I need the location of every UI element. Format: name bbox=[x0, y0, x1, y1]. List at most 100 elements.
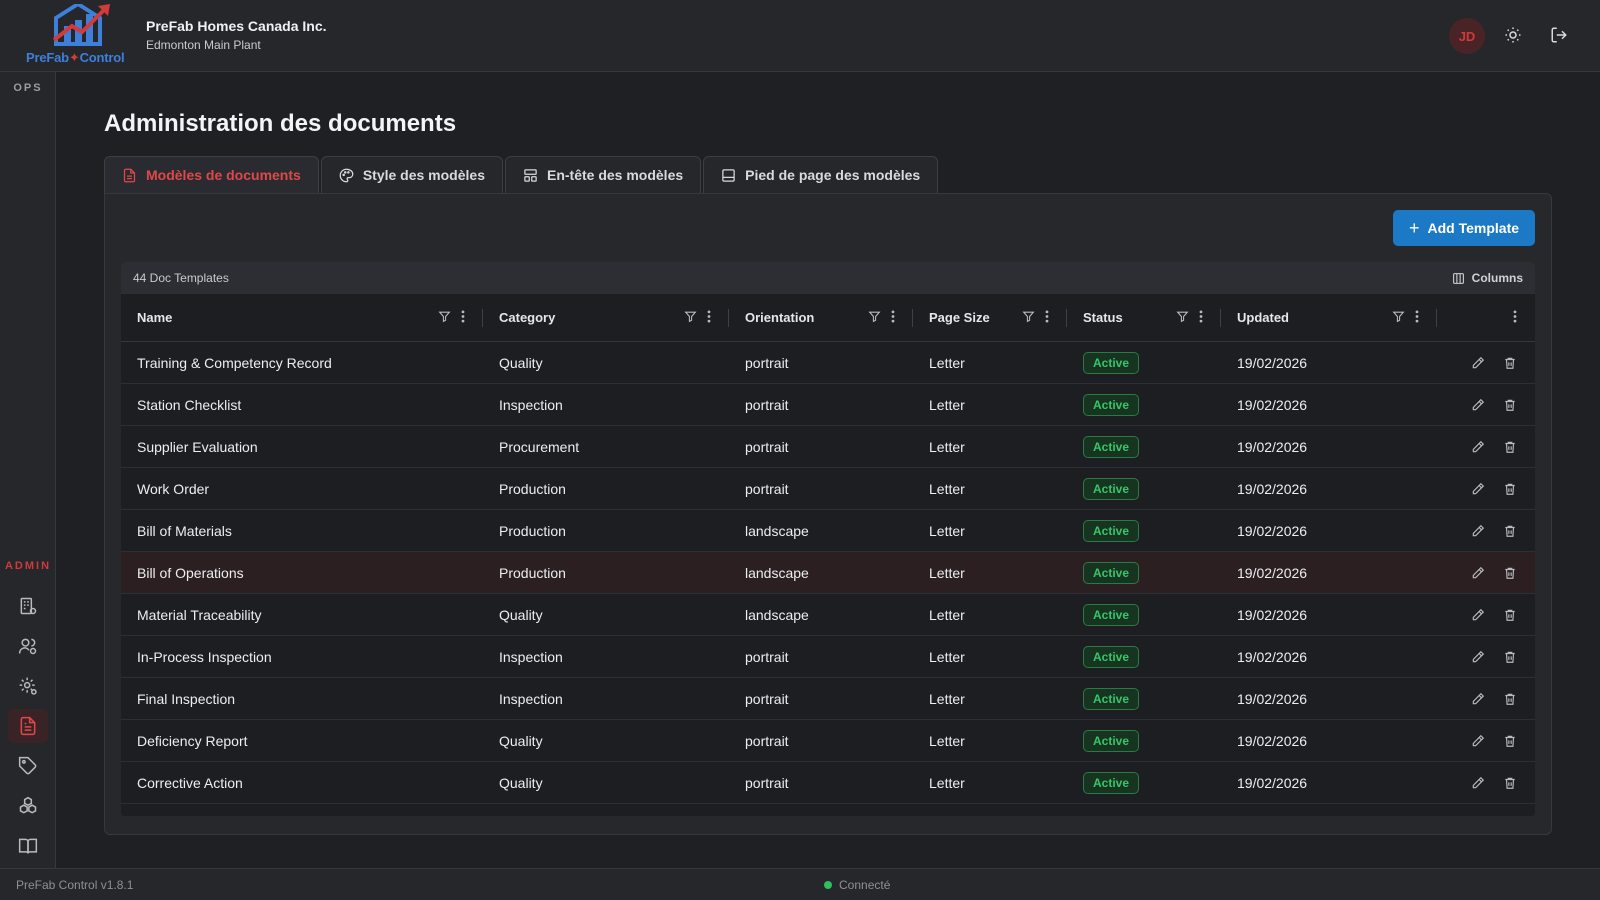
logout-button[interactable] bbox=[1548, 24, 1570, 46]
table-row[interactable]: Material Traceability Quality landscape Let… bbox=[121, 594, 1535, 636]
delete-icon[interactable] bbox=[1503, 776, 1517, 790]
edit-icon[interactable] bbox=[1471, 776, 1485, 790]
cell-orientation: landscape bbox=[745, 606, 809, 623]
table-row[interactable]: In-Process Inspection Inspection portrait L… bbox=[121, 636, 1535, 678]
row-actions bbox=[1437, 482, 1535, 496]
delete-icon[interactable] bbox=[1503, 482, 1517, 496]
delete-icon[interactable] bbox=[1503, 650, 1517, 664]
tab-document-templates[interactable]: Modèles de documents bbox=[104, 156, 319, 193]
cell-orientation: portrait bbox=[745, 732, 789, 749]
table-row[interactable]: Deficiency Report Quality portrait Letter Ac… bbox=[121, 720, 1535, 762]
table-row[interactable]: Final Inspection Inspection portrait Letter… bbox=[121, 678, 1535, 720]
delete-icon[interactable] bbox=[1503, 398, 1517, 412]
column-menu-icon[interactable] bbox=[1045, 309, 1049, 323]
table-row[interactable]: Bill of Operations Production landscape Let… bbox=[121, 552, 1535, 594]
sidebar-item-library[interactable] bbox=[8, 829, 48, 863]
user-avatar[interactable]: JD bbox=[1449, 18, 1485, 54]
users-settings-icon bbox=[18, 638, 37, 655]
app-version: PreFab Control v1.8.1 bbox=[16, 878, 134, 892]
status-badge: Active bbox=[1083, 729, 1140, 752]
cell-orientation: portrait bbox=[745, 648, 789, 665]
edit-icon[interactable] bbox=[1471, 398, 1485, 412]
edit-icon[interactable] bbox=[1471, 356, 1485, 370]
delete-icon[interactable] bbox=[1503, 692, 1517, 706]
column-header-page-size[interactable]: Page Size bbox=[913, 294, 1067, 342]
sidebar-item-tags[interactable] bbox=[8, 749, 48, 783]
theme-toggle-button[interactable] bbox=[1502, 24, 1524, 46]
sidebar-section-admin: ADMIN bbox=[4, 560, 52, 572]
cell-updated: 19/02/2026 bbox=[1237, 648, 1308, 665]
columns-button[interactable]: Columns bbox=[1452, 271, 1523, 285]
cell-updated: 19/02/2026 bbox=[1237, 690, 1308, 707]
cell-page-size: Letter bbox=[929, 606, 965, 623]
sidebar-item-components[interactable] bbox=[8, 789, 48, 823]
cell-status: Active bbox=[1067, 771, 1221, 794]
sidebar-item-users[interactable] bbox=[8, 629, 48, 663]
edit-icon[interactable] bbox=[1471, 440, 1485, 454]
edit-icon[interactable] bbox=[1471, 608, 1485, 622]
edit-icon[interactable] bbox=[1471, 482, 1485, 496]
edit-icon[interactable] bbox=[1471, 566, 1485, 580]
app-logo[interactable]: PreFab✦Control bbox=[24, 1, 134, 66]
column-header-label: Category bbox=[499, 310, 556, 325]
filter-icon[interactable] bbox=[438, 310, 451, 323]
sidebar-item-plants[interactable] bbox=[8, 589, 48, 623]
column-menu-icon[interactable] bbox=[707, 309, 711, 323]
delete-icon[interactable] bbox=[1503, 440, 1517, 454]
cell-page-size: Letter bbox=[929, 480, 965, 497]
cell-page-size: Letter bbox=[929, 690, 965, 707]
cell-category: Quality bbox=[499, 732, 543, 749]
connection-label: Connecté bbox=[839, 878, 891, 892]
column-menu-icon[interactable] bbox=[1513, 309, 1517, 323]
row-actions bbox=[1437, 692, 1535, 706]
cell-category: Production bbox=[499, 522, 566, 539]
column-menu-icon[interactable] bbox=[1199, 309, 1203, 323]
filter-icon[interactable] bbox=[868, 310, 881, 323]
table-row[interactable]: Training & Competency Record Quality portr… bbox=[121, 342, 1535, 384]
table-row[interactable]: Corrective Action Quality portrait Letter Ac… bbox=[121, 762, 1535, 804]
column-header-orientation[interactable]: Orientation bbox=[729, 294, 913, 342]
cell-name: Station Checklist bbox=[137, 396, 242, 413]
company-name: PreFab Homes Canada Inc. bbox=[146, 18, 327, 34]
delete-icon[interactable] bbox=[1503, 734, 1517, 748]
table-row[interactable]: Work Order Production portrait Letter Active… bbox=[121, 468, 1535, 510]
palette-icon bbox=[339, 168, 354, 182]
table-row[interactable]: Supplier Evaluation Procurement portrait Le… bbox=[121, 426, 1535, 468]
edit-icon[interactable] bbox=[1471, 650, 1485, 664]
column-header-updated[interactable]: Updated bbox=[1221, 294, 1437, 342]
cell-page-size: Letter bbox=[929, 564, 965, 581]
sidebar-item-settings[interactable] bbox=[8, 669, 48, 703]
status-badge: Active bbox=[1083, 603, 1140, 626]
cell-category: Inspection bbox=[499, 648, 563, 665]
delete-icon[interactable] bbox=[1503, 524, 1517, 538]
delete-icon[interactable] bbox=[1503, 356, 1517, 370]
cell-status: Active bbox=[1067, 477, 1221, 500]
column-menu-icon[interactable] bbox=[1415, 309, 1419, 323]
tab-template-style[interactable]: Style des modèles bbox=[320, 156, 503, 193]
column-header-name[interactable]: Name bbox=[121, 294, 483, 342]
table-row[interactable]: Bill of Materials Production landscape Lett… bbox=[121, 510, 1535, 552]
filter-icon[interactable] bbox=[1392, 310, 1405, 323]
add-template-button[interactable]: + Add Template bbox=[1393, 210, 1535, 246]
cell-status: Active bbox=[1067, 603, 1221, 626]
sidebar-item-documents[interactable] bbox=[8, 709, 48, 743]
cell-status: Active bbox=[1067, 393, 1221, 416]
filter-icon[interactable] bbox=[684, 310, 697, 323]
filter-icon[interactable] bbox=[1176, 310, 1189, 323]
delete-icon[interactable] bbox=[1503, 566, 1517, 580]
filter-icon[interactable] bbox=[1022, 310, 1035, 323]
edit-icon[interactable] bbox=[1471, 524, 1485, 538]
edit-icon[interactable] bbox=[1471, 734, 1485, 748]
column-header-category[interactable]: Category bbox=[483, 294, 729, 342]
tab-template-header[interactable]: En-tête des modèles bbox=[504, 156, 702, 193]
column-header-status[interactable]: Status bbox=[1067, 294, 1221, 342]
column-menu-icon[interactable] bbox=[461, 309, 465, 323]
column-menu-icon[interactable] bbox=[891, 309, 895, 323]
cell-page-size: Letter bbox=[929, 774, 965, 791]
delete-icon[interactable] bbox=[1503, 608, 1517, 622]
table-row[interactable]: Station Checklist Inspection portrait Lette… bbox=[121, 384, 1535, 426]
tab-template-footer[interactable]: Pied de page des modèles bbox=[703, 156, 939, 193]
cell-category: Quality bbox=[499, 774, 543, 791]
edit-icon[interactable] bbox=[1471, 692, 1485, 706]
logout-icon bbox=[1551, 27, 1567, 43]
